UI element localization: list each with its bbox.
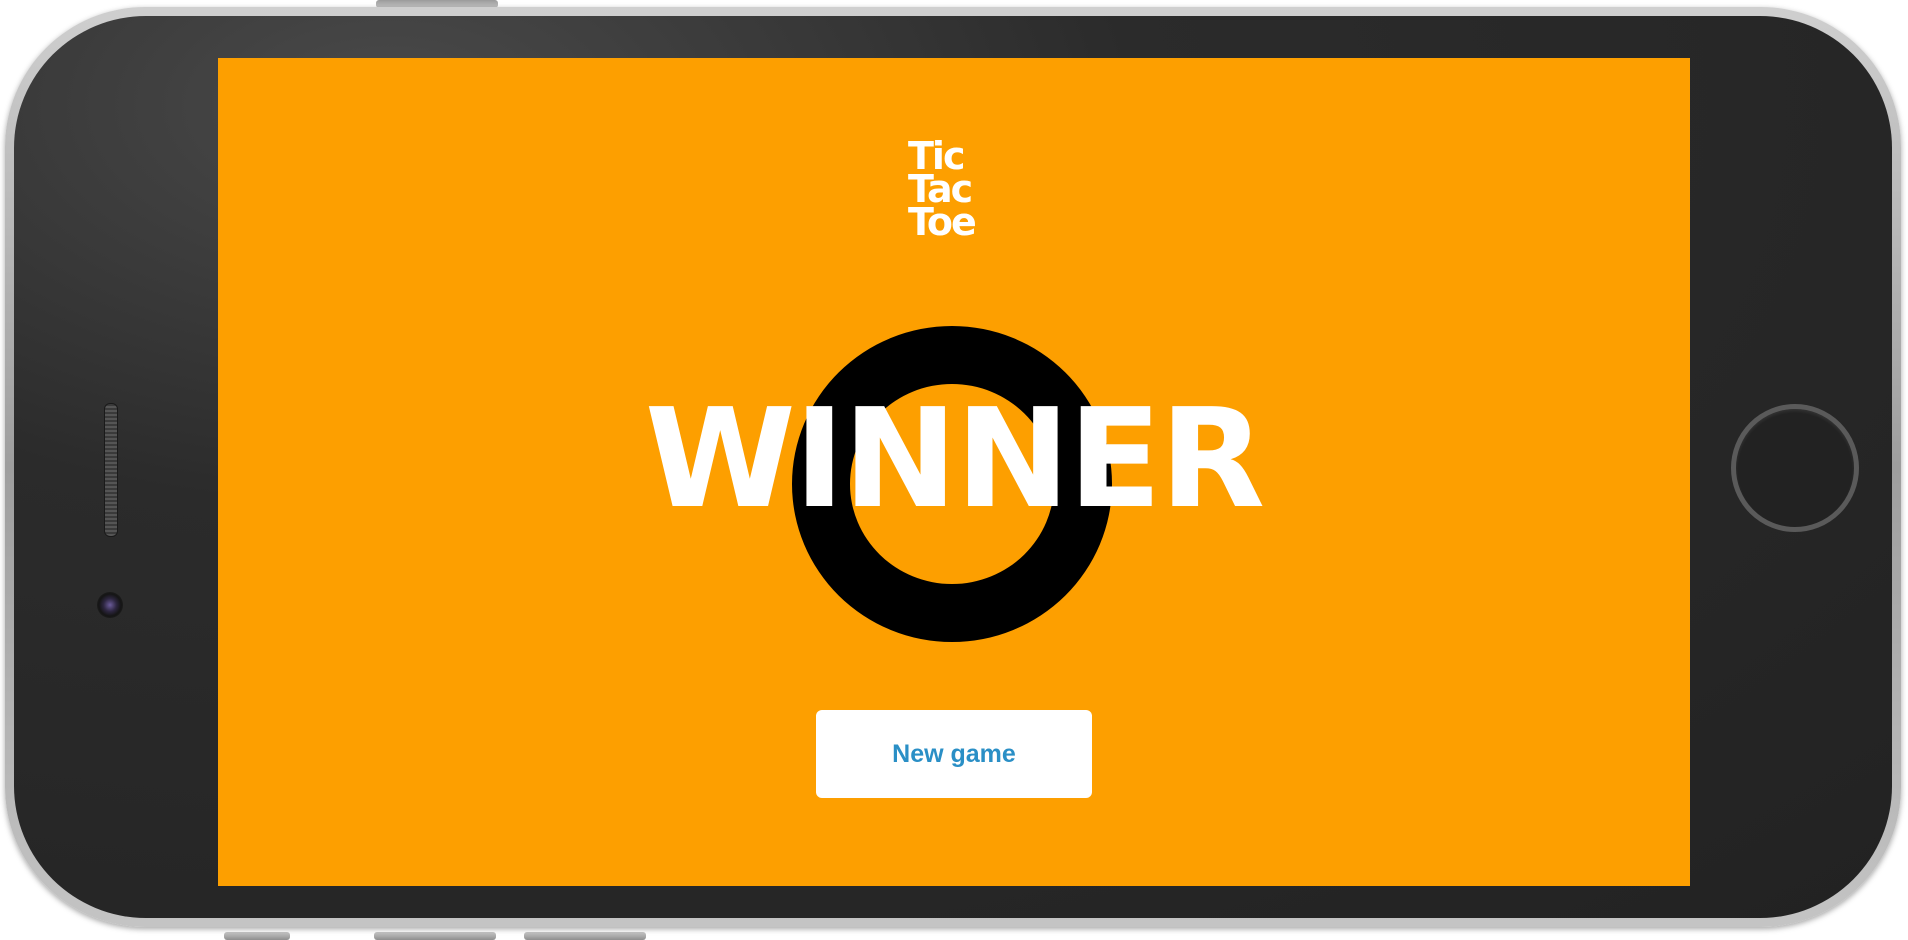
logo-line-toe: Toe (908, 200, 977, 244)
winner-title: WINNER (644, 380, 1265, 539)
speaker-grille (104, 403, 118, 537)
game-screen: Tic Tac Toe WINNER New game (218, 58, 1690, 886)
phone-side-button-1 (224, 932, 290, 940)
tic-tac-toe-logo: Tic Tac Toe (908, 137, 1008, 260)
device-stage: Tic Tac Toe WINNER New game (0, 0, 1908, 940)
front-camera-icon (97, 592, 123, 618)
home-button[interactable] (1731, 404, 1859, 532)
phone-side-button-3 (524, 932, 646, 940)
new-game-button[interactable]: New game (816, 710, 1092, 798)
phone-side-button-2 (374, 932, 496, 940)
